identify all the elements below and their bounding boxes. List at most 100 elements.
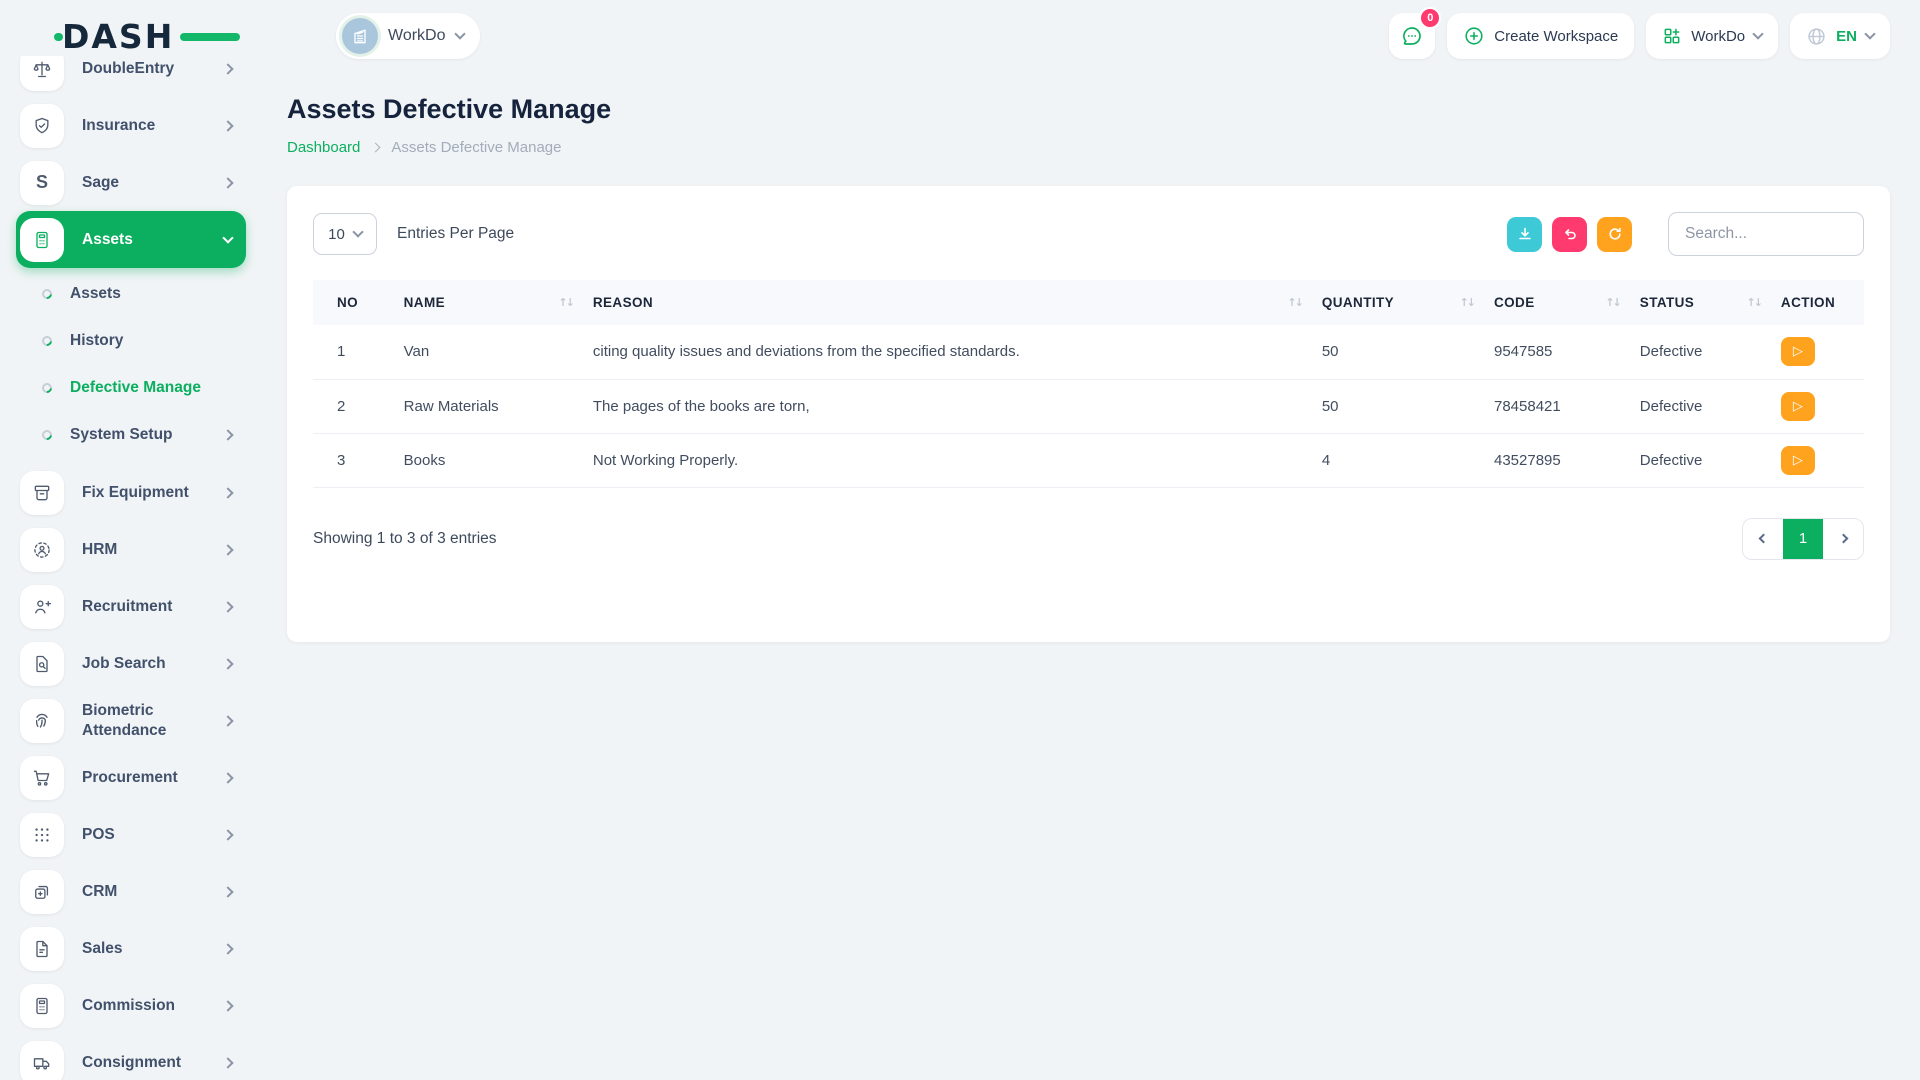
export-download-button[interactable]	[1507, 217, 1542, 252]
sidebar-item-hrm[interactable]: HRM	[16, 521, 246, 578]
table-header-row: NO NAME↑↓ REASON↑↓ QUANTITY↑↓ CODE↑↓ STA…	[313, 280, 1864, 325]
column-header-name-sortable[interactable]: NAME↑↓	[394, 280, 583, 325]
sidebar-subitem-system-setup[interactable]: System Setup	[16, 411, 246, 458]
chevron-right-icon	[222, 715, 233, 726]
chevron-right-icon	[222, 772, 233, 783]
workspace-menu-button[interactable]: WorkDo	[1646, 13, 1778, 59]
breadcrumb: Dashboard Assets Defective Manage	[287, 139, 1890, 156]
sidebar-item-label: POS	[82, 825, 115, 844]
sidebar-item-label: Sales	[82, 939, 123, 958]
sidebar-item-insurance[interactable]: Insurance	[16, 97, 246, 154]
chevron-right-icon	[222, 1057, 233, 1068]
row-action-button[interactable]: ▷	[1781, 446, 1815, 475]
undo-arrow-icon	[1562, 226, 1578, 242]
language-selector[interactable]: EN	[1790, 13, 1890, 59]
sidebar-subitem-history[interactable]: History	[16, 317, 246, 364]
undo-back-button[interactable]	[1552, 217, 1587, 252]
cell-reason: Not Working Properly.	[583, 433, 1312, 487]
sidebar-subitem-assets[interactable]: Assets	[16, 270, 246, 317]
cell-quantity: 50	[1312, 379, 1484, 433]
breadcrumb-separator-icon	[371, 143, 381, 153]
sidebar-item-label: Assets	[82, 230, 133, 249]
sort-icon[interactable]: ↑↓	[1746, 296, 1760, 309]
sort-icon[interactable]: ↑↓	[1287, 296, 1301, 309]
column-header-quantity-sortable[interactable]: QUANTITY↑↓	[1312, 280, 1484, 325]
chevron-right-icon	[222, 601, 233, 612]
sage-s-icon: S	[20, 161, 64, 205]
sidebar-item-sage[interactable]: S Sage	[16, 154, 246, 211]
workspace-selector[interactable]: WorkDo	[336, 13, 480, 59]
sidebar-subitem-label: Defective Manage	[70, 379, 201, 397]
pagination-next-button[interactable]	[1823, 519, 1863, 559]
fingerprint-icon	[20, 699, 64, 743]
sidebar-item-procurement[interactable]: Procurement	[16, 749, 246, 806]
bullet-icon	[40, 286, 54, 300]
create-workspace-button[interactable]: Create Workspace	[1447, 13, 1634, 59]
calculator-icon	[20, 984, 64, 1028]
cell-no: 3	[313, 433, 394, 487]
sidebar-subitem-label: History	[70, 332, 123, 350]
cell-reason: The pages of the books are torn,	[583, 379, 1312, 433]
row-action-button[interactable]: ▷	[1781, 337, 1815, 366]
chevron-right-icon	[222, 658, 233, 669]
chevron-down-icon	[1864, 28, 1875, 39]
pagination-page-1[interactable]: 1	[1783, 519, 1823, 559]
entries-per-page-select[interactable]: 10	[313, 213, 377, 255]
messages-button[interactable]: 0	[1389, 13, 1435, 59]
sidebar-item-doubleentry[interactable]: DoubleEntry	[16, 56, 246, 97]
sidebar-item-pos[interactable]: POS	[16, 806, 246, 863]
chevron-right-icon	[222, 487, 233, 498]
defective-manage-card: 10 Entries Per Page	[287, 186, 1890, 642]
sidebar-item-commission[interactable]: Commission	[16, 977, 246, 1034]
table-row: 2 Raw Materials The pages of the books a…	[313, 379, 1864, 433]
column-header-reason-sortable[interactable]: REASON↑↓	[583, 280, 1312, 325]
chevron-right-icon	[1838, 534, 1848, 544]
sidebar-item-assets[interactable]: Assets	[16, 211, 246, 268]
breadcrumb-dashboard-link[interactable]: Dashboard	[287, 139, 360, 156]
sidebar-item-label: Recruitment	[82, 597, 172, 616]
plus-circle-icon	[1463, 25, 1485, 47]
cell-status: Defective	[1630, 379, 1771, 433]
cell-code: 78458421	[1484, 379, 1630, 433]
sidebar-item-label: Consignment	[82, 1053, 181, 1072]
sidebar-item-crm[interactable]: CRM	[16, 863, 246, 920]
sidebar-item-recruitment[interactable]: Recruitment	[16, 578, 246, 635]
sidebar-item-biometric-attendance[interactable]: Biometric Attendance	[16, 692, 246, 749]
sidebar-item-fix-equipment[interactable]: Fix Equipment	[16, 464, 246, 521]
archive-box-icon	[20, 471, 64, 515]
pagination-prev-button[interactable]	[1743, 519, 1783, 559]
refresh-button[interactable]	[1597, 217, 1632, 252]
sidebar-item-job-search[interactable]: Job Search	[16, 635, 246, 692]
sidebar-item-sales[interactable]: Sales	[16, 920, 246, 977]
column-header-no: NO	[337, 295, 358, 310]
cell-status: Defective	[1630, 433, 1771, 487]
workspace-avatar	[342, 18, 378, 54]
sidebar-item-consignment[interactable]: Consignment	[16, 1034, 246, 1080]
sidebar-item-label: Insurance	[82, 116, 155, 135]
document-icon	[20, 927, 64, 971]
sort-icon[interactable]: ↑↓	[558, 296, 572, 309]
chevron-right-icon	[222, 63, 233, 74]
chevron-right-icon	[222, 943, 233, 954]
table-controls: 10 Entries Per Page	[313, 212, 1864, 256]
sidebar-subitem-label: Assets	[70, 285, 121, 303]
sidebar-item-label: Sage	[82, 173, 119, 192]
sidebar-subitem-defective-manage[interactable]: Defective Manage	[16, 364, 246, 411]
column-header-action: ACTION	[1781, 295, 1835, 310]
bullet-icon	[40, 380, 54, 394]
app-logo[interactable]: DASH	[62, 16, 212, 56]
column-header-status-sortable[interactable]: STATUS↑↓	[1630, 280, 1771, 325]
column-header-code-sortable[interactable]: CODE↑↓	[1484, 280, 1630, 325]
cell-quantity: 50	[1312, 325, 1484, 379]
chevron-down-icon	[1752, 28, 1763, 39]
search-input[interactable]	[1668, 212, 1864, 256]
sidebar-item-label: Job Search	[82, 654, 166, 673]
grid-dots-icon	[20, 813, 64, 857]
showing-entries-text: Showing 1 to 3 of 3 entries	[313, 530, 497, 548]
sort-icon[interactable]: ↑↓	[1605, 296, 1619, 309]
sidebar-item-label: CRM	[82, 882, 117, 901]
calculator-icon	[20, 218, 64, 262]
sidebar-item-label: Fix Equipment	[82, 483, 189, 502]
sort-icon[interactable]: ↑↓	[1460, 296, 1474, 309]
row-action-button[interactable]: ▷	[1781, 392, 1815, 421]
